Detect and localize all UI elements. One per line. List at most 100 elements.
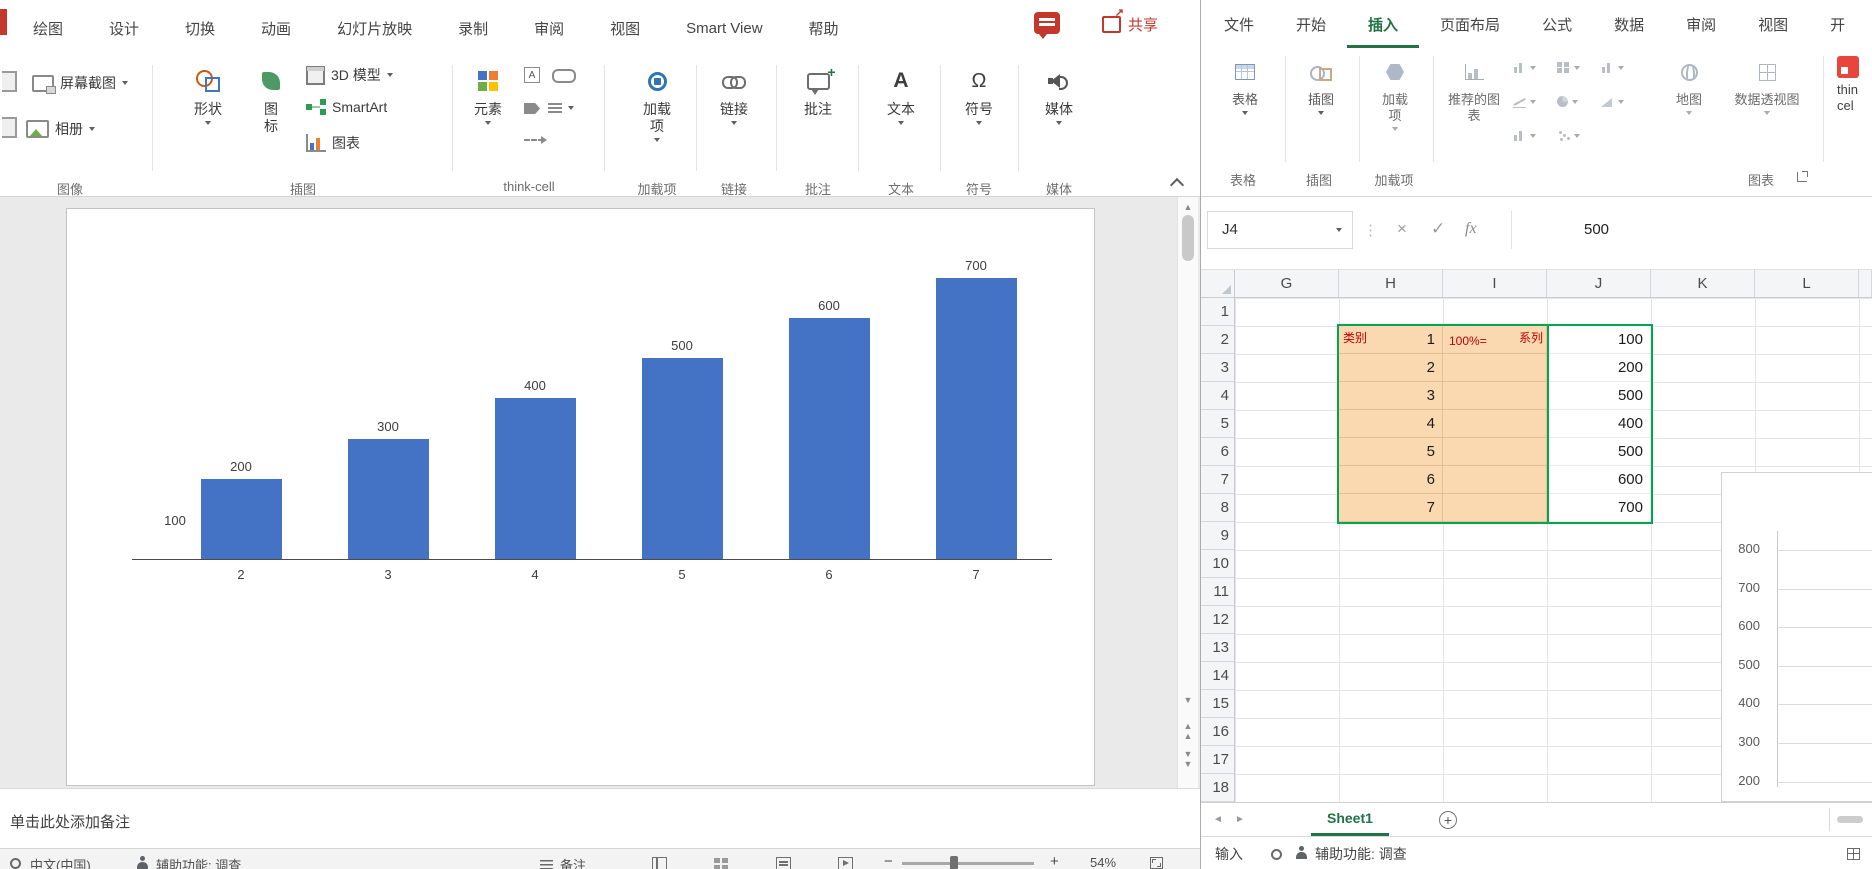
normal-view-button[interactable] [652, 857, 667, 869]
scroll-down-button[interactable]: ▼ [1178, 695, 1198, 705]
excel-menu-tab[interactable]: 页面布局 [1419, 4, 1521, 48]
column-header[interactable]: L [1755, 270, 1859, 297]
symbol-button[interactable]: Ω 符号 [951, 63, 1007, 125]
value-cell[interactable]: 400 [1547, 410, 1651, 438]
row-header[interactable]: 12 [1201, 606, 1234, 634]
chart-bar[interactable] [200, 479, 282, 559]
category-cell[interactable]: 2 [1339, 354, 1443, 382]
horizontal-scrollbar-thumb[interactable] [1837, 816, 1863, 823]
new-comment-button[interactable]: 批注 [790, 63, 846, 118]
excel-menu-tab[interactable]: 开始 [1275, 4, 1347, 48]
ppt-menu-tab[interactable]: 审阅 [511, 18, 587, 39]
excel-addins-button[interactable]: 加载项 [1367, 54, 1423, 131]
percent-cell[interactable] [1443, 410, 1547, 438]
3d-model-button[interactable]: 3D 模型 [306, 65, 393, 85]
value-cell[interactable]: 200 [1547, 354, 1651, 382]
macro-record-icon[interactable] [1271, 847, 1282, 863]
ppt-menu-tab[interactable]: 录制 [435, 18, 511, 39]
value-cell[interactable]: 600 [1547, 466, 1651, 494]
percent-cell[interactable] [1443, 438, 1547, 466]
category-cell[interactable]: 6 [1339, 466, 1443, 494]
accessibility-status[interactable]: 辅助功能: 调查 [1315, 844, 1407, 864]
formula-bar-splitter[interactable]: ⋮ [1363, 221, 1378, 239]
page-grid-icon[interactable] [1847, 847, 1860, 863]
insert-column-chart-button[interactable] [1513, 62, 1536, 73]
insert-line-chart-button[interactable] [1513, 96, 1536, 108]
fit-to-window-button[interactable] [1150, 857, 1163, 869]
insert-chart-button[interactable]: 图表 [306, 133, 360, 153]
zoom-slider[interactable] [902, 862, 1034, 865]
category-cell[interactable]: 3 [1339, 382, 1443, 410]
thinkcell-elements-button[interactable]: 元素 [460, 63, 516, 125]
ppt-menu-tab[interactable]: 动画 [238, 18, 314, 39]
excel-menu-tab[interactable]: 数据 [1593, 4, 1665, 48]
select-all-corner[interactable] [1201, 270, 1235, 298]
insert-bar-chart-button[interactable] [1513, 130, 1536, 141]
value-cell[interactable]: 500 [1547, 438, 1651, 466]
notes-pane[interactable]: 单击此处添加备注 [0, 788, 1200, 848]
enter-button[interactable]: ✓ [1431, 219, 1445, 239]
column-header[interactable]: K [1651, 270, 1755, 297]
category-cell[interactable]: 4 [1339, 410, 1443, 438]
photo-album-button[interactable]: 相册 [26, 119, 95, 139]
thinkcell-roundrect-button[interactable] [552, 69, 576, 83]
sheet-tab[interactable]: Sheet1 [1311, 803, 1389, 836]
insert-combo-chart-button[interactable] [1601, 96, 1624, 107]
column-header[interactable]: J [1547, 270, 1651, 297]
shapes-button[interactable]: 形状 [180, 63, 236, 125]
text-button[interactable]: A 文本 [873, 63, 929, 125]
insert-pie-chart-button[interactable] [1557, 96, 1578, 107]
row-header[interactable]: 13 [1201, 634, 1234, 662]
cancel-button[interactable]: × [1397, 219, 1407, 239]
column-header[interactable]: G [1235, 270, 1339, 297]
share-button[interactable]: 共享 [1102, 6, 1158, 35]
row-header[interactable]: 2 [1201, 326, 1234, 354]
embedded-chart[interactable]: 800 700 600 500 400 300 200 [1721, 472, 1872, 802]
row-header[interactable]: 4 [1201, 382, 1234, 410]
value-cell[interactable]: 700 [1547, 494, 1651, 522]
screenshot-button[interactable]: 屏幕截图 [32, 73, 128, 94]
category-cell[interactable]: 5 [1339, 438, 1443, 466]
thinkcell-ribbon-button[interactable]: thin cel [1837, 56, 1872, 114]
chart-bar[interactable] [935, 278, 1017, 559]
category-cell[interactable]: 7 [1339, 494, 1443, 522]
scrollbar-thumb[interactable] [1182, 215, 1194, 261]
thinkcell-arrow-button[interactable] [524, 136, 547, 144]
percent-cell[interactable] [1443, 466, 1547, 494]
notes-toggle-button[interactable]: 备注 [560, 855, 586, 869]
illustrations-button[interactable]: 插图 [1293, 54, 1349, 115]
insert-scatter-chart-button[interactable] [1557, 130, 1580, 141]
excel-menu-tab[interactable]: 文件 [1203, 4, 1275, 48]
row-header[interactable]: 14 [1201, 662, 1234, 690]
row-header[interactable]: 5 [1201, 410, 1234, 438]
previous-slide-button[interactable]: ▲ ▲ [1178, 721, 1198, 741]
percent-cell[interactable] [1443, 494, 1547, 522]
insert-table-button[interactable]: 表格 [1217, 54, 1273, 115]
chart-bar[interactable] [788, 318, 870, 559]
zoom-in-button[interactable]: + [1050, 853, 1059, 869]
row-header[interactable]: 1 [1201, 298, 1234, 326]
ppt-menu-tab[interactable]: 绘图 [10, 18, 86, 39]
insert-waterfall-chart-button[interactable] [1601, 62, 1624, 73]
collapse-ribbon-button[interactable] [1166, 177, 1188, 193]
slideshow-button[interactable] [838, 857, 853, 869]
accessibility-status[interactable]: 辅助功能: 调查 [156, 855, 241, 869]
ppt-menu-tab[interactable]: 设计 [86, 18, 162, 39]
chart-bar[interactable] [494, 398, 576, 559]
row-header[interactable]: 11 [1201, 578, 1234, 606]
ppt-menu-tab[interactable]: 幻灯片放映 [314, 18, 435, 39]
ppt-menu-tab[interactable]: 帮助 [786, 18, 862, 39]
pivotchart-button[interactable]: 数据透视图 [1725, 54, 1809, 115]
zoom-slider-thumb[interactable] [950, 856, 958, 869]
row-header[interactable]: 7 [1201, 466, 1234, 494]
media-button[interactable]: 媒体 [1031, 63, 1087, 125]
vertical-scrollbar[interactable]: ▲ ▼ ▲ ▲ ▼ ▼ [1177, 197, 1198, 788]
excel-menu-tab[interactable]: 审阅 [1665, 4, 1737, 48]
thinkcell-agenda-button[interactable] [548, 103, 574, 113]
percent-cell[interactable] [1443, 382, 1547, 410]
insert-function-button[interactable]: fx [1465, 220, 1477, 238]
chart-bar[interactable] [347, 439, 429, 559]
new-sheet-button[interactable]: + [1439, 811, 1457, 829]
chart-bar[interactable] [641, 358, 723, 559]
zoom-out-button[interactable]: − [884, 853, 893, 869]
